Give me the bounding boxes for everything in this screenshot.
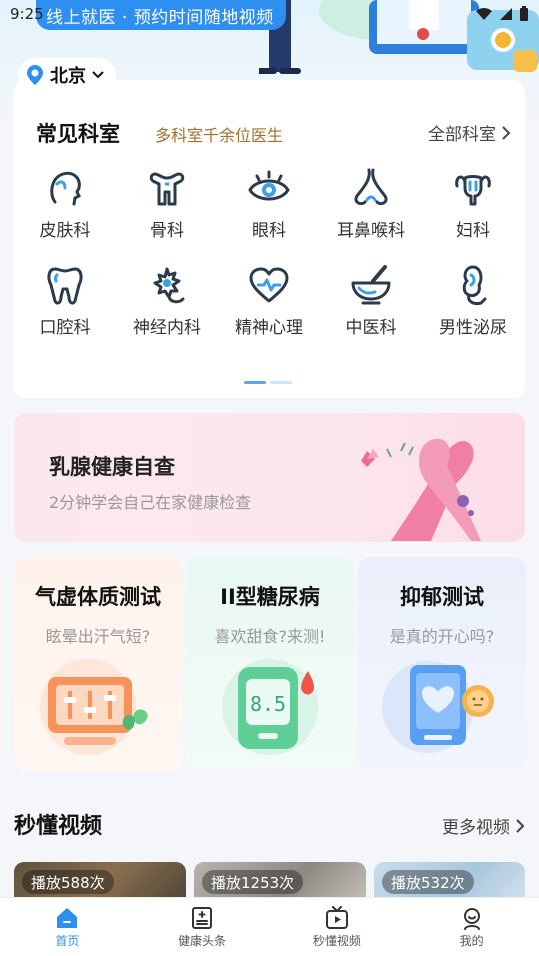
bottom-navigation: 首页 健康头条 秒懂视频 我的 [0,897,539,956]
department-label: 眼科 [252,221,286,241]
profile-icon [463,907,480,930]
department-label: 男性泌尿 [439,318,507,338]
departments-title: 常见科室 [36,122,120,146]
uterus-icon [455,175,491,206]
department-label: 中医科 [345,318,397,338]
nav-label: 秒懂视频 [312,933,361,948]
play-count-badge: 播放532次 [382,870,474,894]
videos-section-title: 秒懂视频 [14,814,103,839]
home-icon [57,907,78,928]
mortar-icon [351,265,391,305]
breast-selfcheck-banner[interactable]: 乳腺健康自查 2分钟学会自己在家健康检查 [14,413,525,542]
monitor-sliders-icon [40,659,148,755]
department-label: 皮肤科 [39,221,91,241]
bone-icon [149,172,185,206]
battery-icon [520,6,528,21]
department-ent[interactable]: 耳鼻喉科 [320,166,422,241]
tooth-icon [47,267,83,305]
signal-icon [500,8,512,20]
phone-heart-icon [382,661,494,753]
chevron-right-icon [516,818,525,833]
more-videos-link[interactable]: 更多视频 [442,813,525,838]
department-skin[interactable]: 皮肤科 [14,166,116,241]
department-orthopedics[interactable]: 骨科 [116,166,218,241]
page-dot [270,381,292,384]
wifi-icon [476,8,492,20]
glucose-reading: 8.5 [250,692,286,716]
video-icon [325,905,348,929]
department-label: 耳鼻喉科 [337,221,405,241]
department-ophthalmology[interactable]: 眼科 [218,166,320,241]
test-card-qi-deficiency[interactable]: 气虚体质测试 眩晕出汗气短? [14,557,182,771]
all-departments-link[interactable]: 全部科室 [428,120,511,145]
test-title: II型糖尿病 [220,585,320,609]
pink-ribbon-illustration [361,438,481,541]
nav-label: 健康头条 [178,933,227,948]
department-psychology[interactable]: 精神心理 [218,263,320,338]
breast-banner-subtitle: 2分钟学会自己在家健康检查 [49,493,252,512]
page-dot-active [244,381,266,384]
department-urology[interactable]: 男性泌尿 [422,263,524,338]
play-count-badge: 播放1253次 [202,870,304,894]
news-icon [192,906,213,929]
neuron-icon [153,267,185,304]
chevron-down-icon [92,71,104,79]
nose-icon [354,168,388,206]
city-selector[interactable]: 北京 [18,58,116,92]
nav-profile[interactable]: 我的 [404,898,539,956]
test-title: 抑郁测试 [400,585,484,609]
test-title: 气虚体质测试 [35,585,161,609]
breast-banner-title: 乳腺健康自查 [49,455,175,479]
more-videos-label: 更多视频 [442,818,510,838]
department-neurology[interactable]: 神经内科 [116,263,218,338]
nav-label: 首页 [55,933,80,948]
city-name: 北京 [50,66,86,87]
test-card-diabetes[interactable]: II型糖尿病 喜欢甜食?来测! 8.5 [186,557,354,771]
location-pin-icon [27,65,43,85]
all-departments-label: 全部科室 [428,125,496,145]
department-label: 妇科 [456,221,490,241]
test-subtitle: 是真的开心吗? [389,627,495,646]
department-label: 口腔科 [39,318,91,338]
nav-home[interactable]: 首页 [0,898,135,956]
test-card-depression[interactable]: 抑郁测试 是真的开心吗? [358,557,526,771]
department-dental[interactable]: 口腔科 [14,263,116,338]
department-label: 精神心理 [235,318,303,338]
glucose-meter-icon: 8.5 [222,659,318,755]
chevron-right-icon [502,125,511,140]
department-tcm[interactable]: 中医科 [320,263,422,338]
play-count-badge: 播放588次 [22,870,114,894]
eye-icon [248,170,290,201]
nav-label: 我的 [459,933,484,948]
heart-pulse-icon [249,267,289,303]
status-bar: 9:25 [0,0,539,28]
page-indicator [244,381,292,384]
nav-health-news[interactable]: 健康头条 [135,898,270,956]
department-grid: 皮肤科 骨科 眼科 耳鼻喉科 妇科 口腔科 神经内科 精神心理 中医科 男性泌尿 [14,166,525,338]
male-urology-icon [462,265,487,305]
department-label: 骨科 [150,221,184,241]
department-label: 神经内科 [133,318,201,338]
departments-subtitle: 多科室千余位医生 [155,126,284,145]
department-gynecology[interactable]: 妇科 [422,166,524,241]
skin-icon [50,171,82,206]
departments-card: 常见科室 多科室千余位医生 全部科室 皮肤科 骨科 眼科 耳鼻喉科 妇科 口腔科… [14,80,525,398]
test-subtitle: 眩晕出汗气短? [45,627,151,646]
test-subtitle: 喜欢甜食?来测! [214,627,326,646]
status-time: 9:25 [10,5,44,23]
nav-videos[interactable]: 秒懂视频 [270,898,405,956]
